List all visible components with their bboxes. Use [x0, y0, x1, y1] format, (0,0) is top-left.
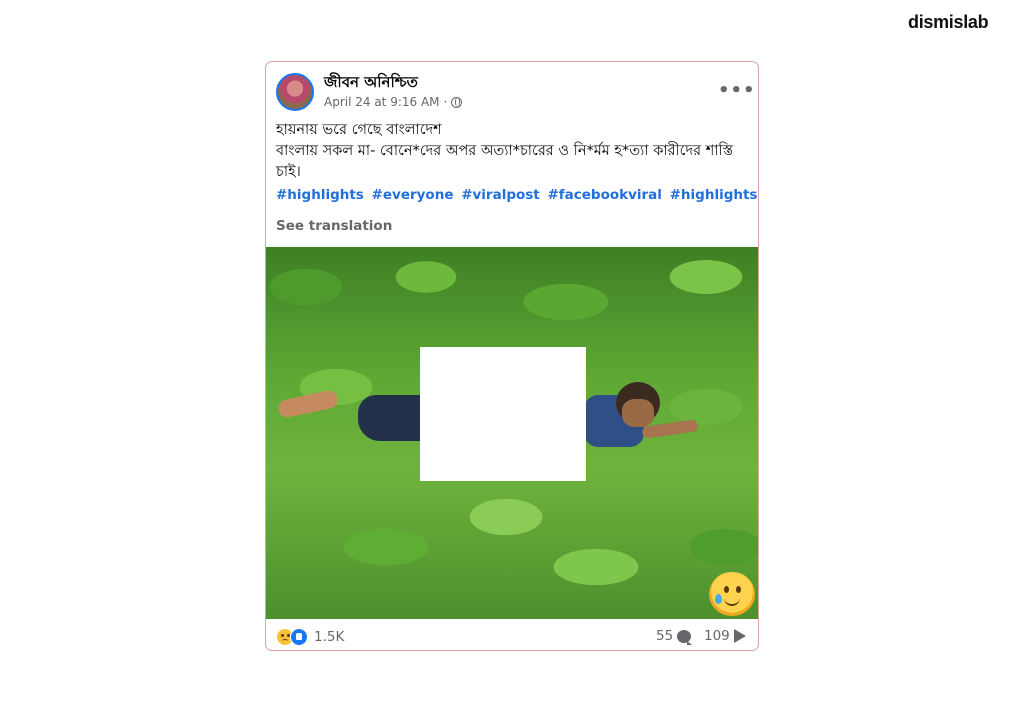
post-text-line: হায়নায় ভরে গেছে বাংলাদেশ — [276, 122, 442, 138]
hashtag-link[interactable]: #facebookviral — [547, 187, 661, 203]
meta-separator: · — [443, 95, 448, 109]
post-text: হায়নায় ভরে গেছে বাংলাদেশ বাংলায় সকল ম… — [276, 120, 750, 183]
reactions-summary[interactable]: 1.5K — [276, 628, 344, 646]
author-avatar[interactable] — [276, 73, 314, 111]
photo-detail — [622, 399, 654, 427]
hashtag-list: #highlights #everyone #viralpost #facebo… — [276, 187, 758, 203]
post-timestamp[interactable]: April 24 at 9:16 AM — [324, 95, 440, 109]
photo-detail — [276, 388, 340, 420]
post-photo[interactable] — [266, 247, 758, 619]
post-text-line: বাংলায় সকল মা- বোনে*দের অপর অত্যা*চারের… — [276, 143, 734, 180]
sad-emoji-sticker-icon — [709, 572, 755, 616]
reaction-count: 1.5K — [314, 629, 345, 645]
comments-summary[interactable]: 55 — [656, 628, 693, 645]
censor-block — [420, 347, 586, 481]
share-icon — [733, 629, 746, 643]
more-options-icon[interactable]: ••• — [718, 80, 756, 101]
post-meta: April 24 at 9:16 AM · — [324, 95, 463, 109]
globe-icon — [451, 96, 463, 108]
brand-logo: dismislab — [908, 12, 989, 32]
post-footer: 1.5K 55 109 — [266, 622, 758, 650]
facebook-post-card: জীবন অনিশ্চিত April 24 at 9:16 AM · ••• … — [265, 61, 759, 651]
like-reaction-icon — [290, 628, 308, 646]
hashtag-link[interactable]: #highlights — [276, 187, 364, 203]
hashtag-link[interactable]: #viralpost — [461, 187, 540, 203]
see-translation-link[interactable]: See translation — [276, 218, 392, 234]
hashtag-link[interactable]: #everyone — [372, 187, 454, 203]
share-count: 109 — [704, 628, 730, 644]
shares-summary[interactable]: 109 — [704, 628, 746, 644]
author-name[interactable]: জীবন অনিশ্চিত — [324, 71, 418, 96]
hashtag-link[interactable]: #highlightseveryone — [670, 187, 758, 203]
comment-icon — [677, 629, 693, 645]
comment-count: 55 — [656, 628, 674, 644]
